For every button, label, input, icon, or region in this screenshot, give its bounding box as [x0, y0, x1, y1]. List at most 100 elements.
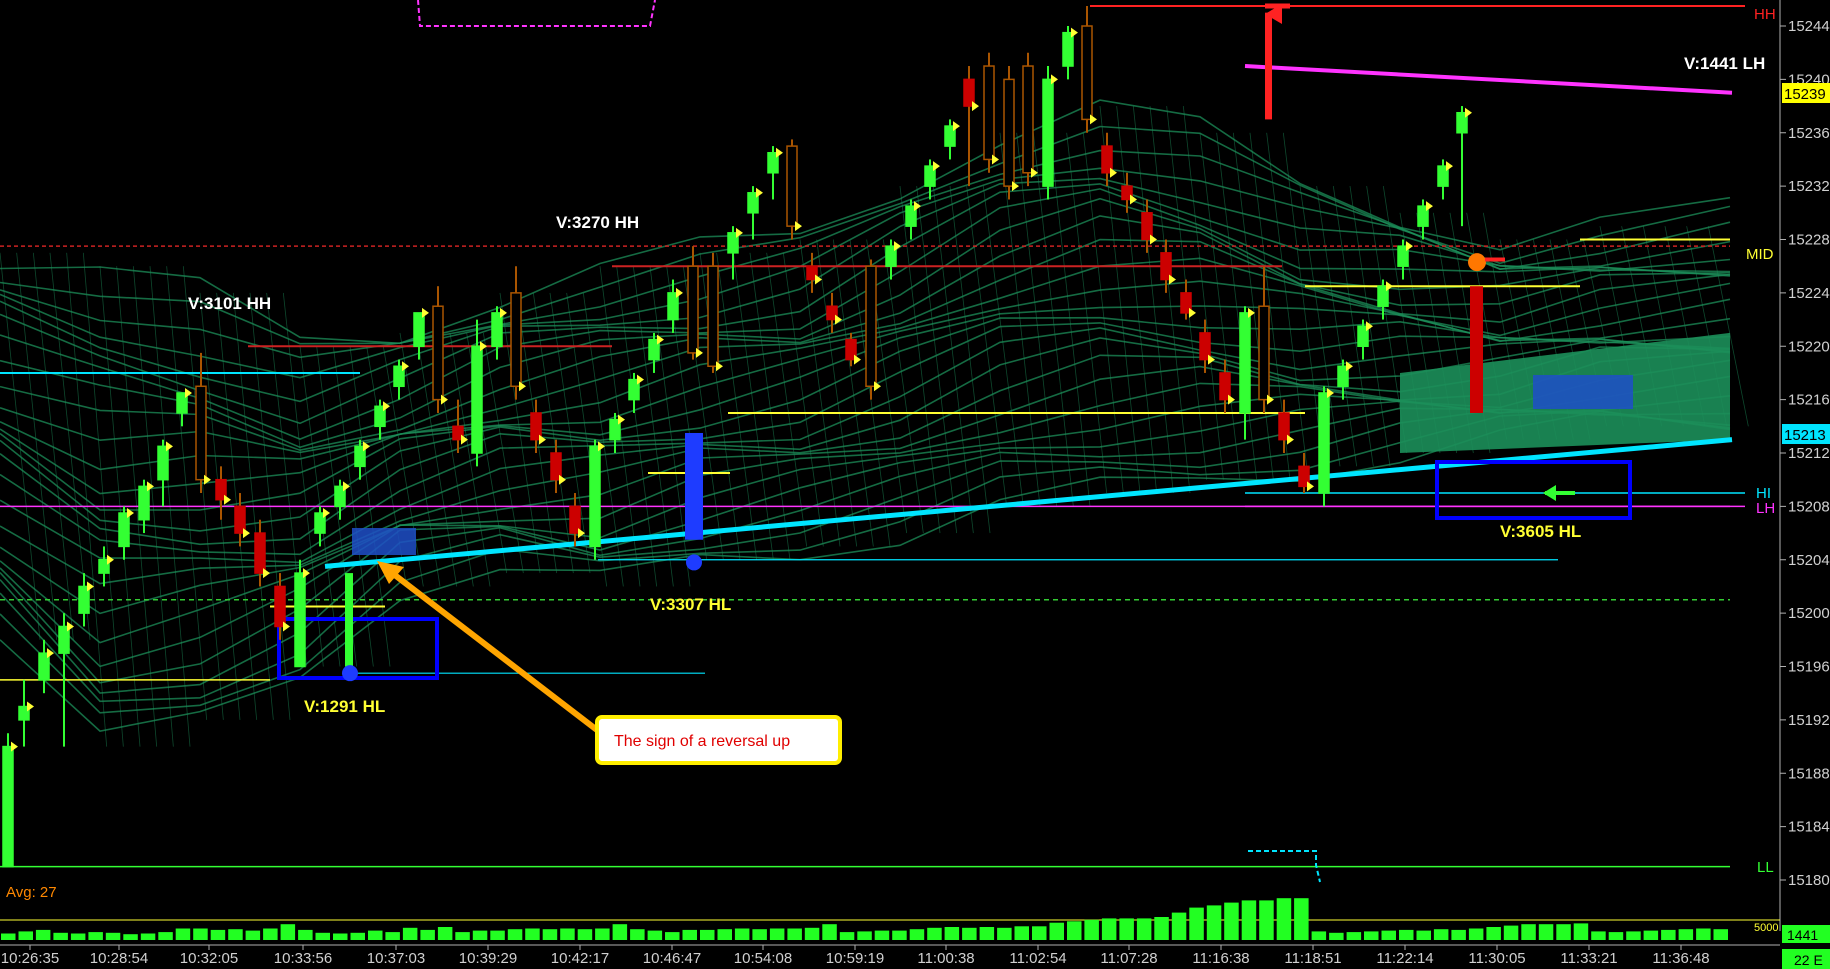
volume-bar	[595, 928, 610, 940]
volume-bar	[804, 927, 820, 940]
volume-bar	[1661, 929, 1676, 940]
volume-bar	[1381, 930, 1396, 940]
signal-candle-red	[1470, 286, 1483, 413]
time-tick-label: 10:28:54	[90, 950, 148, 967]
volume-bar	[210, 929, 226, 940]
volume-bar	[455, 932, 470, 940]
candle-body	[195, 385, 207, 481]
volume-bar	[1538, 924, 1554, 940]
candle-body	[1081, 25, 1093, 121]
candle-body	[274, 585, 286, 628]
volume-bar	[123, 934, 138, 940]
volume-bar	[1084, 919, 1099, 940]
candle-body	[432, 305, 444, 401]
volume-bar	[507, 929, 523, 940]
volume-bar	[997, 927, 1012, 940]
price-tick-label: 15196	[1788, 659, 1830, 676]
volume-bar	[1206, 905, 1222, 940]
volume-bar	[909, 929, 925, 940]
volume-bar	[140, 933, 156, 940]
volume-bar	[1136, 918, 1152, 940]
volume-bar	[577, 929, 593, 940]
volume-bar	[979, 927, 995, 940]
volume-bar	[228, 929, 243, 940]
volume-bar	[962, 927, 977, 940]
volume-bar	[1119, 918, 1134, 940]
candle-body	[413, 312, 425, 347]
volume-bar	[333, 933, 348, 940]
volume-bar	[1486, 927, 1501, 940]
price-tick-label: 15244	[1788, 18, 1830, 35]
secondary-price-label: 15213	[1784, 427, 1826, 444]
time-tick-label: 10:26:35	[1, 950, 59, 967]
time-tick-label: 10:42:17	[551, 950, 609, 967]
volume-bar	[752, 929, 767, 940]
volume-bar	[420, 929, 435, 940]
price-tick-label: 15180	[1788, 872, 1830, 889]
volume-bar	[1311, 931, 1327, 940]
chart-background	[0, 0, 1830, 969]
volume-bar	[839, 932, 855, 940]
volume-bar	[35, 929, 51, 940]
volume-bar	[402, 927, 418, 940]
price-tick-label: 15184	[1788, 819, 1830, 836]
volume-bar	[1713, 929, 1728, 940]
time-tick-label: 11:02:54	[1009, 950, 1066, 967]
volume-bar	[682, 929, 697, 940]
candle-body	[983, 65, 995, 161]
price-tick-label: 15216	[1788, 392, 1830, 409]
time-tick-label: 10:46:47	[643, 950, 701, 967]
volume-bar	[1014, 926, 1029, 940]
price-tick-label: 15204	[1788, 552, 1830, 569]
volume-bar	[490, 930, 505, 940]
volume-bar	[944, 927, 960, 940]
candle-body	[118, 512, 130, 548]
price-tick-label: 15220	[1788, 338, 1830, 355]
hh-spike-candle	[1265, 12, 1272, 120]
volume-bar	[1189, 907, 1204, 940]
volume-bar	[542, 929, 558, 940]
current-price-label: 15239	[1784, 86, 1826, 103]
volume-bar	[1, 933, 16, 940]
candle-body	[471, 345, 483, 454]
volume-bar	[1521, 924, 1536, 940]
volume-bar	[1451, 929, 1466, 940]
annotation-v1291: V:1291 HL	[304, 697, 385, 716]
price-tick-label: 15212	[1788, 445, 1830, 462]
volume-bar	[88, 932, 103, 940]
volume-bar	[787, 928, 802, 940]
time-tick-label: 11:18:51	[1284, 950, 1341, 967]
volume-scale-label: 5000	[1754, 922, 1778, 934]
volume-bar	[1224, 902, 1239, 940]
price-chart: V:3101 HH V:3270 HH V:1441 LH V:1291 HL …	[0, 0, 1830, 969]
volume-bar	[769, 928, 785, 940]
volume-bar	[874, 930, 890, 940]
volume-bar	[1573, 923, 1589, 940]
price-tick-label: 15224	[1788, 285, 1830, 302]
annotation-v1441: V:1441 LH	[1684, 54, 1765, 73]
volume-bar	[1032, 926, 1047, 940]
candle-body	[138, 485, 150, 521]
volume-bar	[1416, 930, 1431, 940]
annotation-v3101: V:3101 HH	[188, 294, 271, 313]
volume-bar	[368, 930, 383, 940]
volume-bar	[245, 930, 261, 940]
volume-bar	[105, 932, 121, 940]
volume-bar	[1294, 898, 1309, 940]
volume-bar	[1067, 921, 1082, 940]
level-label-lh: LH	[1756, 500, 1775, 517]
volume-bar	[892, 930, 907, 940]
candle-body	[1062, 31, 1074, 67]
volume-bar	[647, 930, 663, 940]
volume-bar	[315, 932, 330, 940]
volume-bar	[612, 924, 628, 940]
price-tick-label: 15200	[1788, 605, 1830, 622]
candle-body	[1042, 78, 1054, 187]
time-tick-label: 11:16:38	[1192, 950, 1249, 967]
volume-bar	[298, 929, 313, 940]
price-tick-label: 15192	[1788, 712, 1830, 729]
time-tick-label: 10:33:56	[274, 950, 332, 967]
volume-bar	[1154, 917, 1169, 940]
candle-body	[1239, 312, 1251, 414]
volume-bar	[665, 932, 680, 940]
